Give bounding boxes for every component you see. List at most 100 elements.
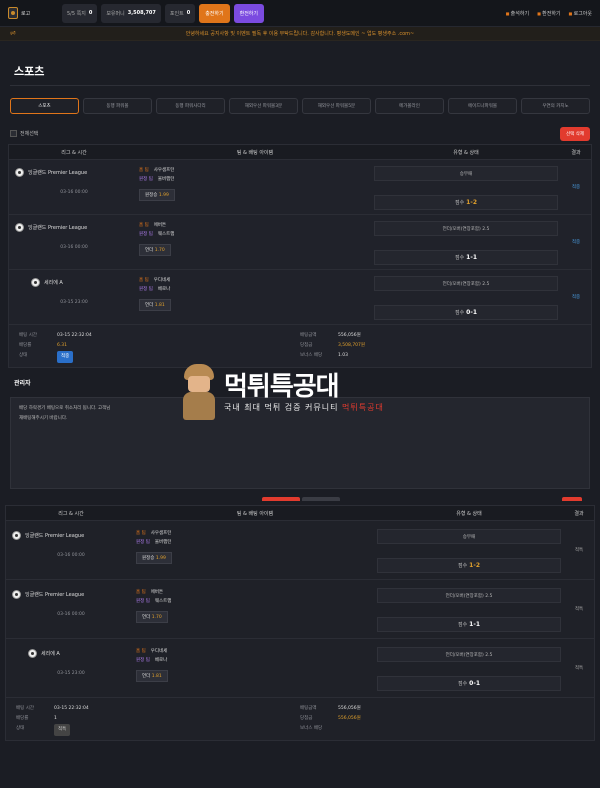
pick-odds: 1.99 xyxy=(155,556,166,561)
bet-type: 언더/오버(연장포함) 2.5 xyxy=(374,276,558,291)
tab-power-ladder[interactable]: 동행 파워사다리 xyxy=(156,98,225,114)
match-time: 03-15 23:00 xyxy=(57,671,85,676)
result-status: 적특 xyxy=(574,607,584,612)
points-label: 포인트 xyxy=(169,10,184,17)
exchange-link[interactable]: 환전하기 xyxy=(537,10,560,17)
charge-button[interactable]: 충전하기 xyxy=(199,3,230,23)
logo-text: 로고 xyxy=(21,10,31,17)
site-logo[interactable]: 로고 xyxy=(8,7,58,19)
divider-tab-red xyxy=(262,497,300,501)
pick-box: 언더 1.81 xyxy=(139,299,171,311)
table-row: 세리에 A 03-15 23:00 홈 팀 우디네세 원정 팀 베로나 언더 1.81… xyxy=(6,639,594,698)
pick-box: 언더 1.70 xyxy=(139,244,171,256)
away-tag: 원정 팀 xyxy=(136,658,150,663)
home-team: 사우샘프턴 xyxy=(150,531,172,536)
away-tag: 원정 팀 xyxy=(136,599,150,604)
header-time: 리그 & 시간 xyxy=(58,510,84,517)
amount-label: 배팅금액 xyxy=(300,333,317,338)
table-row: 잉글랜드 Premier League 03-16 00:00 홈 팀 에버튼 원정… xyxy=(6,580,594,639)
pick-label: 언더 xyxy=(142,674,151,679)
messages-count: 0 xyxy=(88,10,93,16)
bonus-label: 보너스 배당 xyxy=(300,726,323,731)
header-match: 팀 & 배팅 아이템 xyxy=(236,149,274,156)
tab-sports[interactable]: 스포츠 xyxy=(10,98,79,114)
header-result: 결과 xyxy=(571,149,581,156)
select-all-checkbox[interactable] xyxy=(10,130,17,137)
balance-pill[interactable]: 보유머니 3,508,707 xyxy=(101,3,161,23)
balance-label: 보유머니 xyxy=(106,10,125,17)
score-value: 1-2 xyxy=(466,199,478,206)
away-team: 울버햄턴 xyxy=(154,540,172,545)
league-name: 세리에 A xyxy=(44,280,63,286)
points-pill[interactable]: 포인트 0 xyxy=(164,3,196,23)
game-tabs: 스포츠 동행 파워볼 동행 파워사다리 해외우선 파워볼3분 해외우선 파워볼5… xyxy=(0,86,600,114)
delete-selected-button[interactable]: 선택 삭제 xyxy=(560,126,590,141)
result-status: 적중 xyxy=(571,295,581,300)
bet-type: 승무패 xyxy=(374,166,558,181)
tab-powerball[interactable]: 동행 파워볼 xyxy=(83,98,152,114)
home-tag: 홈 팀 xyxy=(136,590,146,595)
tab-powerball-3min[interactable]: 해외우선 파워볼3분 xyxy=(229,98,298,114)
home-team: 에버튼 xyxy=(153,223,167,228)
score-box: 점수 0-1 xyxy=(377,676,561,691)
league-name: 잉글랜드 Premier League xyxy=(28,170,88,176)
score-value: 1-1 xyxy=(466,254,478,261)
result-status: 적특 xyxy=(574,548,584,553)
amount-value: 556,056원 xyxy=(338,706,361,711)
soccer-ball-icon xyxy=(15,223,24,232)
select-all[interactable]: 전체선택 xyxy=(10,130,38,137)
attendance-link[interactable]: 출석하기 xyxy=(506,10,529,17)
header-time: 리그 & 시간 xyxy=(61,149,87,156)
score-label: 점수 xyxy=(454,255,465,261)
result-status: 적중 xyxy=(571,185,581,190)
match-time: 03-16 00:00 xyxy=(60,190,88,195)
odds-value: 1 xyxy=(54,716,57,721)
score-value: 1-2 xyxy=(469,562,481,569)
tab-powerball-5min[interactable]: 해외우선 파워볼5분 xyxy=(302,98,371,114)
pick-box: 언더 1.81 xyxy=(136,670,168,682)
pick-label: 언더 xyxy=(142,615,151,620)
home-team: 우디네세 xyxy=(150,649,168,654)
pick-label: 원정승 xyxy=(145,193,158,198)
result-status: 적중 xyxy=(571,240,581,245)
score-box: 점수 1-1 xyxy=(377,617,561,632)
win-value: 3,508,707원 xyxy=(338,343,366,348)
home-tag: 홈 팀 xyxy=(136,531,146,536)
table-row: 잉글랜드 Premier League 03-16 00:00 홈 팀 에버튼 원정… xyxy=(9,215,591,270)
bet-time-label: 배팅 시간 xyxy=(19,333,37,338)
pick-box: 원정승 1.99 xyxy=(136,552,172,564)
score-box: 점수 1-2 xyxy=(374,195,558,210)
table-row: 세리에 A 03-15 23:00 홈 팀 우디네세 원정 팀 베로나 언더 1.81… xyxy=(9,270,591,325)
tab-eos-powerball[interactable]: 에이드나파워볼 xyxy=(448,98,517,114)
tab-megaball[interactable]: 메가볼라인 xyxy=(375,98,444,114)
tab-casino[interactable]: 우연의 카지노 xyxy=(521,98,590,114)
home-team: 우디네세 xyxy=(153,278,171,283)
pick-odds: 1.81 xyxy=(151,674,162,679)
away-tag: 원정 팀 xyxy=(136,540,150,545)
status-label: 상태 xyxy=(16,726,25,731)
header-type: 유형 & 상태 xyxy=(453,149,479,156)
header-result: 결과 xyxy=(574,510,584,517)
bet-time-value: 03-15 22:32:04 xyxy=(54,706,89,711)
bet-time-label: 배팅 시간 xyxy=(16,706,34,711)
withdraw-button[interactable]: 환전하기 xyxy=(233,3,264,23)
soccer-ball-icon xyxy=(12,531,21,540)
bet-time-value: 03-15 22:32:04 xyxy=(57,333,92,338)
score-label: 점수 xyxy=(454,310,465,316)
away-team: 베로나 xyxy=(157,287,171,292)
score-label: 점수 xyxy=(454,200,465,206)
logout-link[interactable]: 로그아웃 xyxy=(569,10,592,17)
divider-tab-gray xyxy=(302,497,340,501)
table-header: 리그 & 시간 팀 & 배팅 아이템 유형 & 상태 결과 xyxy=(9,145,591,160)
messages-pill[interactable]: 5/5 쪽지 0 xyxy=(62,3,98,23)
bet-history-card: 리그 & 시간 팀 & 배팅 아이템 유형 & 상태 결과 잉글랜드 Premi… xyxy=(8,144,592,368)
notice-bar: 🕫 안녕하세요 공지사항 및 이벤트 필독 후 이용 부탁드립니다. 감사합니다… xyxy=(0,27,600,41)
home-tag: 홈 팀 xyxy=(139,223,149,228)
header-match: 팀 & 배팅 아이템 xyxy=(236,510,274,517)
speaker-icon: 🕫 xyxy=(10,29,16,37)
soldier-mascot-icon xyxy=(180,364,218,420)
pick-odds: 1.99 xyxy=(158,193,169,198)
divider-tab-red-right xyxy=(562,497,582,501)
watermark-subtitle-2: 먹튀특공대 xyxy=(342,402,384,412)
win-value: 556,056원 xyxy=(338,716,361,721)
